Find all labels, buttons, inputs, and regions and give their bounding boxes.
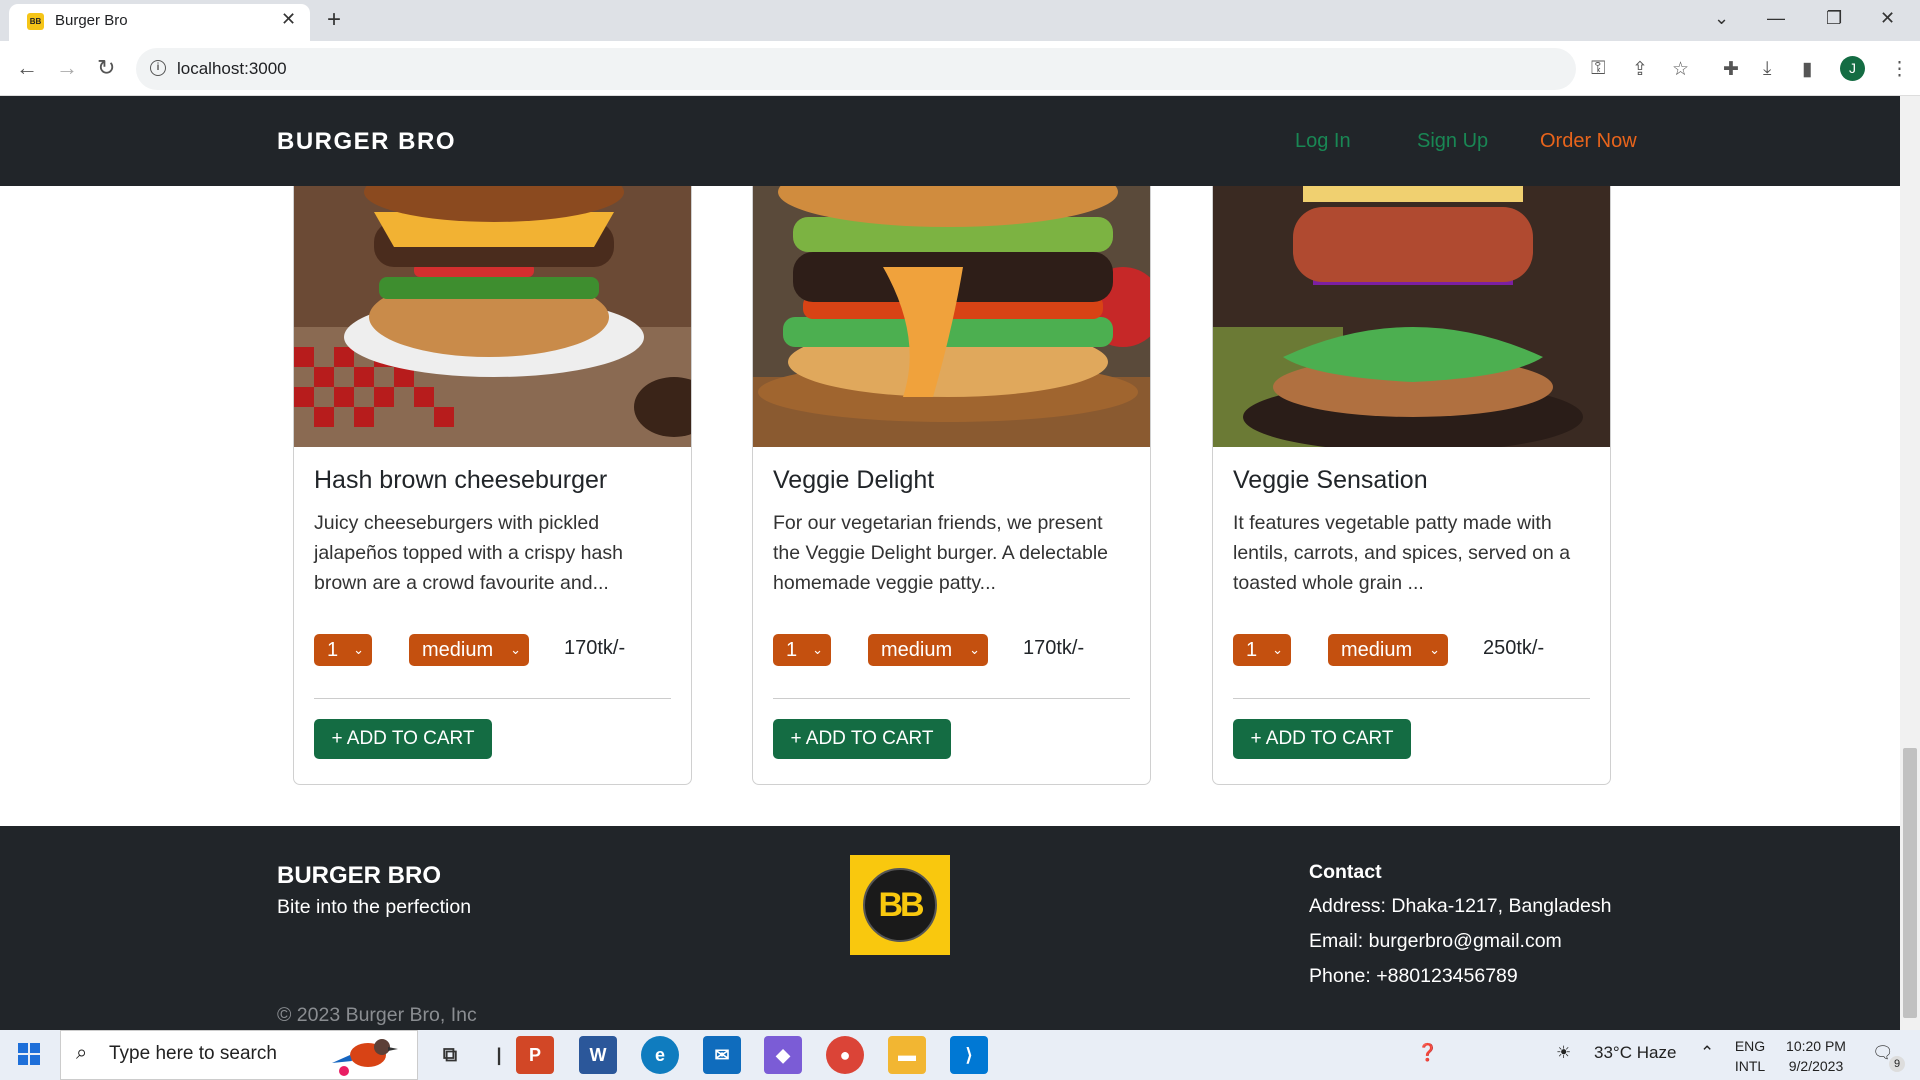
extensions-icon[interactable]: ✚ <box>1723 58 1739 81</box>
product-description: Juicy cheeseburgers with pickled jalapeñ… <box>314 512 623 594</box>
product-description: It features vegetable patty made with le… <box>1233 512 1571 594</box>
contact-email: Email: burgerbro@gmail.com <box>1309 930 1562 952</box>
search-icon: ⌕ <box>76 1042 88 1064</box>
key-icon[interactable]: ⚿ <box>1591 58 1605 80</box>
minimize-icon[interactable]: — <box>1767 8 1785 29</box>
footer-tagline: Bite into the perfection <box>277 896 472 918</box>
new-tab-icon[interactable]: + <box>327 6 341 34</box>
chrome-icon[interactable]: ● <box>826 1036 864 1074</box>
product-card: Veggie Sensation It features vegetable p… <box>1212 176 1611 785</box>
product-price: 170tk/- <box>1023 637 1085 659</box>
add-to-cart-button[interactable]: + ADD TO CART <box>773 719 951 759</box>
share-icon[interactable]: ⇪ <box>1632 58 1648 81</box>
divider <box>773 698 1130 699</box>
tab-title: Burger Bro <box>55 12 128 29</box>
tab-search-icon[interactable]: ⌄ <box>1714 8 1729 29</box>
burger-image <box>753 177 1150 447</box>
url-text: localhost:3000 <box>177 59 287 78</box>
product-description: For our vegetarian friends, we present t… <box>773 512 1109 594</box>
size-select[interactable]: medium ⌄ <box>868 634 988 666</box>
product-price: 170tk/- <box>564 637 626 659</box>
mail-icon[interactable]: ✉ <box>703 1036 741 1074</box>
close-window-icon[interactable]: ✕ <box>1880 8 1895 29</box>
search-placeholder: Type here to search <box>109 1043 277 1064</box>
quantity-select[interactable]: 1 ⌄ <box>773 634 831 666</box>
divider <box>1233 698 1590 699</box>
size-select[interactable]: medium ⌄ <box>1328 634 1448 666</box>
clock[interactable]: 10:20 PM 9/2/2023 <box>1776 1036 1856 1076</box>
copilot-icon[interactable]: ◆ <box>764 1036 802 1074</box>
help-icon[interactable]: ❓ <box>1417 1043 1438 1063</box>
site-brand[interactable]: BURGER BRO <box>277 128 456 156</box>
order-now-link[interactable]: Order Now <box>1540 130 1637 153</box>
login-link[interactable]: Log In <box>1295 130 1351 153</box>
weather-text[interactable]: 33°C Haze <box>1594 1043 1676 1063</box>
download-icon[interactable]: ⤓ <box>1763 58 1771 80</box>
language-indicator[interactable]: ENG INTL <box>1730 1036 1770 1076</box>
menu-icon[interactable]: ⋮ <box>1890 58 1909 81</box>
product-price: 250tk/- <box>1483 637 1545 659</box>
bird-illustration-icon <box>330 1033 400 1078</box>
chevron-down-icon: ⌄ <box>353 642 364 657</box>
size-select[interactable]: medium ⌄ <box>409 634 529 666</box>
reload-icon[interactable]: ↻ <box>97 55 115 81</box>
weather-icon[interactable]: ☀ <box>1556 1043 1571 1063</box>
powerpoint-icon[interactable]: P <box>516 1036 554 1074</box>
edge-icon[interactable]: e <box>641 1036 679 1074</box>
chevron-down-icon: ⌄ <box>1429 642 1440 657</box>
signup-link[interactable]: Sign Up <box>1417 130 1488 153</box>
contact-address: Address: Dhaka-1217, Bangladesh <box>1309 895 1612 917</box>
favicon-icon: BB <box>27 13 44 30</box>
copyright: © 2023 Burger Bro, Inc <box>277 1004 477 1026</box>
tray-expand-icon[interactable]: ⌃ <box>1700 1043 1714 1063</box>
product-card: Veggie Delight For our vegetarian friend… <box>752 176 1151 785</box>
product-title: Veggie Sensation <box>1233 466 1428 494</box>
add-to-cart-button[interactable]: + ADD TO CART <box>1233 719 1411 759</box>
chevron-down-icon: ⌄ <box>510 642 521 657</box>
site-footer <box>0 826 1900 1030</box>
notification-count: 9 <box>1889 1056 1905 1072</box>
footer-brand: BURGER BRO <box>277 862 442 889</box>
vscode-icon[interactable]: ⟩ <box>950 1036 988 1074</box>
back-icon[interactable]: ← <box>16 55 38 81</box>
taskbar-divider-icon: | <box>496 1044 502 1065</box>
sidepanel-icon[interactable]: ▮ <box>1802 58 1812 81</box>
task-view-icon[interactable]: ⧉ <box>431 1036 469 1074</box>
chevron-down-icon: ⌄ <box>812 642 823 657</box>
chevron-down-icon: ⌄ <box>1272 642 1283 657</box>
burger-image <box>1213 177 1610 447</box>
contact-heading: Contact <box>1309 861 1382 883</box>
windows-start-icon[interactable] <box>18 1043 40 1065</box>
address-bar[interactable] <box>136 48 1576 90</box>
divider <box>314 698 671 699</box>
add-to-cart-button[interactable]: + ADD TO CART <box>314 719 492 759</box>
contact-phone: Phone: +880123456789 <box>1309 965 1518 987</box>
scrollbar-thumb[interactable] <box>1903 748 1917 1018</box>
quantity-select[interactable]: 1 ⌄ <box>1233 634 1291 666</box>
product-card: Hash brown cheeseburger Juicy cheeseburg… <box>293 176 692 785</box>
chevron-down-icon: ⌄ <box>969 642 980 657</box>
brand-logo: BB <box>850 855 950 955</box>
word-icon[interactable]: W <box>579 1036 617 1074</box>
profile-avatar[interactable]: J <box>1840 56 1865 81</box>
info-icon[interactable]: i <box>150 60 166 76</box>
product-title: Hash brown cheeseburger <box>314 466 608 494</box>
forward-icon[interactable]: → <box>56 55 78 81</box>
star-icon[interactable]: ☆ <box>1672 58 1689 81</box>
quantity-select[interactable]: 1 ⌄ <box>314 634 372 666</box>
close-tab-icon[interactable]: ✕ <box>281 9 296 30</box>
file-explorer-icon[interactable]: ▬ <box>888 1036 926 1074</box>
product-title: Veggie Delight <box>773 466 935 494</box>
burger-image <box>294 177 691 447</box>
restore-icon[interactable]: ❐ <box>1826 8 1842 29</box>
